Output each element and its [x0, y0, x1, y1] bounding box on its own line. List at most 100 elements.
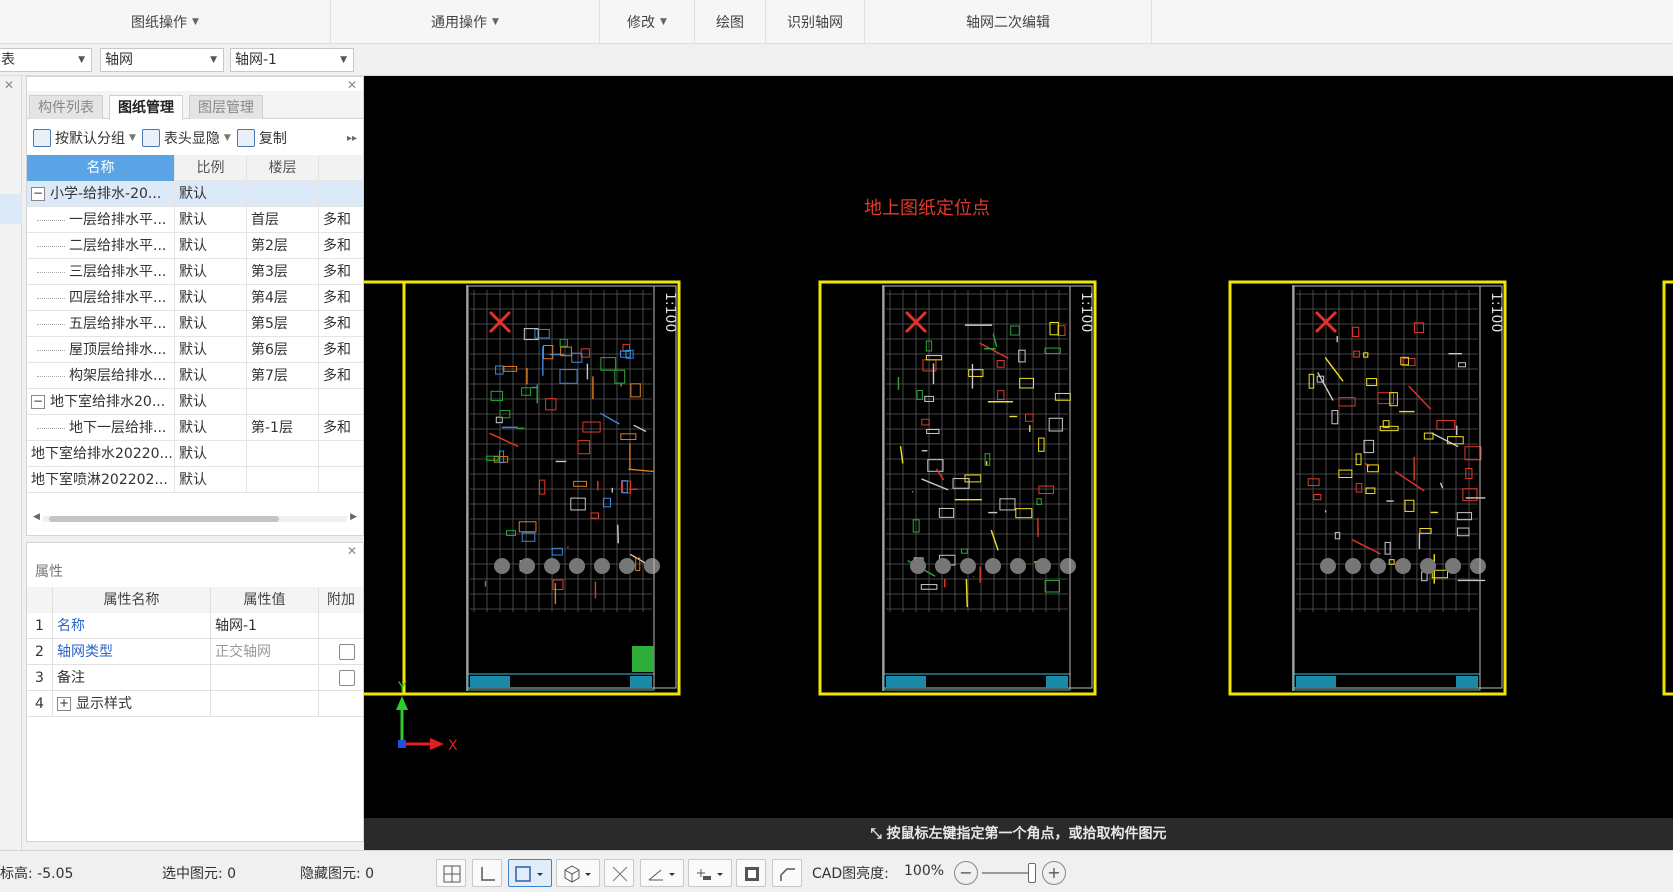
- tab-component-list[interactable]: 构件列表: [29, 95, 103, 119]
- angle-button[interactable]: [640, 859, 684, 887]
- cad-drawing[interactable]: 1:100 1:100 1:100 Y X: [364, 76, 1673, 818]
- property-value[interactable]: [211, 691, 319, 717]
- horizontal-scrollbar[interactable]: ◀ ▶: [33, 512, 357, 523]
- scroll-right-icon[interactable]: ▶: [350, 512, 357, 522]
- table-row[interactable]: 地下室喷淋202202... 默认: [27, 467, 363, 493]
- column-header-floor[interactable]: 楼层: [247, 155, 319, 181]
- close-icon[interactable]: ✕: [4, 78, 14, 92]
- tab-drawing-management[interactable]: 图纸管理: [109, 95, 183, 120]
- collapsed-item-selected[interactable]: [0, 194, 22, 224]
- plan-fixture: [594, 558, 610, 574]
- dimension-button[interactable]: [688, 859, 732, 887]
- attach-checkbox[interactable]: [339, 644, 355, 660]
- cell-scale: 默认: [175, 441, 247, 467]
- cell-name: 四层给排水平...: [27, 285, 175, 311]
- plan-fixture: [1345, 558, 1361, 574]
- plan-fixture: [960, 558, 976, 574]
- select-mode-button[interactable]: [508, 859, 552, 887]
- table-row[interactable]: − 小学-给排水-20... 默认: [27, 181, 363, 207]
- drawing-name: 小学-给排水-20...: [50, 186, 162, 202]
- expand-icon[interactable]: +: [57, 697, 71, 711]
- property-row[interactable]: 1 名称 轴网-1: [27, 613, 363, 639]
- axis-x-label: X: [448, 738, 458, 754]
- zoom-in-icon[interactable]: +: [1042, 861, 1066, 885]
- zoom-out-icon[interactable]: −: [954, 861, 978, 885]
- collapse-icon[interactable]: −: [31, 187, 45, 201]
- close-icon[interactable]: ✕: [347, 78, 357, 92]
- title-block-cell: [1296, 676, 1336, 688]
- ortho-button[interactable]: [472, 859, 502, 887]
- table-row[interactable]: 二层给排水平... 默认 第2层 多和: [27, 233, 363, 259]
- property-value[interactable]: [211, 665, 319, 691]
- column-header-name[interactable]: 名称: [27, 155, 175, 181]
- status-bar: 层标高: -5.05 选中图元: 0 隐藏图元: 0 CAD图亮度: 100% …: [0, 850, 1673, 892]
- category-select[interactable]: 表 ▼: [0, 48, 92, 72]
- table-row[interactable]: 一层给排水平... 默认 首层 多和: [27, 207, 363, 233]
- ribbon-group-draw[interactable]: 绘图: [695, 0, 765, 44]
- table-row[interactable]: 五层给排水平... 默认 第5层 多和: [27, 311, 363, 337]
- table-row[interactable]: 地下一层给排... 默认 第-1层 多和: [27, 415, 363, 441]
- header-visibility-button[interactable]: 表头显隐 ▼: [141, 128, 231, 148]
- command-prompt: ⤡ 按鼠标左键指定第一个角点，或拾取构件图元: [364, 818, 1673, 850]
- cell-extra: 多和: [323, 238, 351, 254]
- ribbon-group-recognize-axis[interactable]: 识别轴网: [766, 0, 864, 44]
- ribbon-group-common-ops[interactable]: 通用操作 ▼: [331, 0, 599, 44]
- display-toggle-button[interactable]: [736, 859, 766, 887]
- plan-fixture: [569, 558, 585, 574]
- scroll-left-icon[interactable]: ◀: [33, 512, 40, 522]
- row-number: 3: [27, 665, 53, 691]
- tree-connector: [37, 245, 65, 247]
- chevron-down-icon: ▼: [210, 55, 217, 65]
- ribbon-group-axis-edit[interactable]: 轴网二次编辑: [865, 0, 1151, 44]
- more-icon[interactable]: ▸▸: [347, 133, 357, 144]
- table-row[interactable]: 构架层给排水... 默认 第7层 多和: [27, 363, 363, 389]
- scroll-thumb[interactable]: [49, 516, 279, 522]
- sheet-frame-partial: [364, 280, 406, 696]
- table-row[interactable]: − 地下室给排水20... 默认: [27, 389, 363, 415]
- cell-name: 地下室喷淋202202...: [27, 467, 175, 493]
- table-row[interactable]: 屋顶层给排水... 默认 第6层 多和: [27, 337, 363, 363]
- element-type-select[interactable]: 轴网 ▼: [100, 48, 224, 72]
- drawing-management-panel: ✕ 构件列表 图纸管理 图层管理 按默认分组 ▼ 表头显隐 ▼ 复制 ▸▸ 名称 比…: [26, 76, 364, 536]
- 3d-view-button[interactable]: [556, 859, 600, 887]
- collapse-icon[interactable]: −: [31, 395, 45, 409]
- element-instance-select[interactable]: 轴网-1 ▼: [230, 48, 354, 72]
- group-by-default-button[interactable]: 按默认分组 ▼: [33, 128, 136, 148]
- brightness-slider-track[interactable]: [982, 872, 1034, 874]
- property-value[interactable]: 正交轴网: [211, 639, 319, 665]
- close-icon[interactable]: ✕: [347, 544, 357, 558]
- property-table-header: 属性名称 属性值 附加: [27, 587, 363, 613]
- cell-extra: 多和: [323, 420, 351, 436]
- column-header-scale[interactable]: 比例: [175, 155, 247, 181]
- drawing-name: 二层给排水平...: [69, 238, 167, 254]
- brightness-slider-handle[interactable]: [1028, 863, 1036, 883]
- tab-layer-management[interactable]: 图层管理: [189, 95, 263, 119]
- attach-checkbox[interactable]: [339, 670, 355, 686]
- table-row[interactable]: 四层给排水平... 默认 第4层 多和: [27, 285, 363, 311]
- copy-button[interactable]: 复制: [236, 128, 287, 148]
- plan-fixture: [1470, 558, 1486, 574]
- cross-button[interactable]: [604, 859, 634, 887]
- snap-grid-button[interactable]: [436, 859, 466, 887]
- property-row[interactable]: 3 备注: [27, 665, 363, 691]
- cad-canvas[interactable]: 1:100 1:100 1:100 Y X 地上图纸定位点 ⤡ 按鼠标左键指定第一个角点…: [364, 76, 1673, 850]
- cad-brightness-value: 100%: [904, 863, 945, 879]
- cell-scale: 默认: [175, 415, 247, 441]
- cell-scale: 默认: [175, 389, 247, 415]
- property-panel: ✕ 属性 属性名称 属性值 附加 1 名称 轴网-1 2 轴网类型 正交轴网 3 备注 4 + 显示…: [26, 542, 364, 842]
- left-collapsed-panel[interactable]: ✕: [0, 76, 22, 856]
- property-attach: [319, 691, 363, 717]
- property-row[interactable]: 2 轴网类型 正交轴网: [27, 639, 363, 665]
- legend-block: [632, 646, 654, 672]
- cell-floor: 首层: [247, 207, 319, 233]
- table-row[interactable]: 地下室给排水20220... 默认: [27, 441, 363, 467]
- polyline-button[interactable]: [772, 859, 802, 887]
- row-number: 1: [27, 613, 53, 639]
- axis-x-arrow: [430, 738, 444, 750]
- ribbon-group-modify[interactable]: 修改 ▼: [600, 0, 694, 44]
- property-value[interactable]: 轴网-1: [211, 613, 319, 639]
- ribbon-group-drawing-ops[interactable]: 图纸操作 ▼: [0, 0, 330, 44]
- positioning-point-label: 地上图纸定位点: [864, 198, 990, 219]
- table-row[interactable]: 三层给排水平... 默认 第3层 多和: [27, 259, 363, 285]
- property-row[interactable]: 4 + 显示样式: [27, 691, 363, 717]
